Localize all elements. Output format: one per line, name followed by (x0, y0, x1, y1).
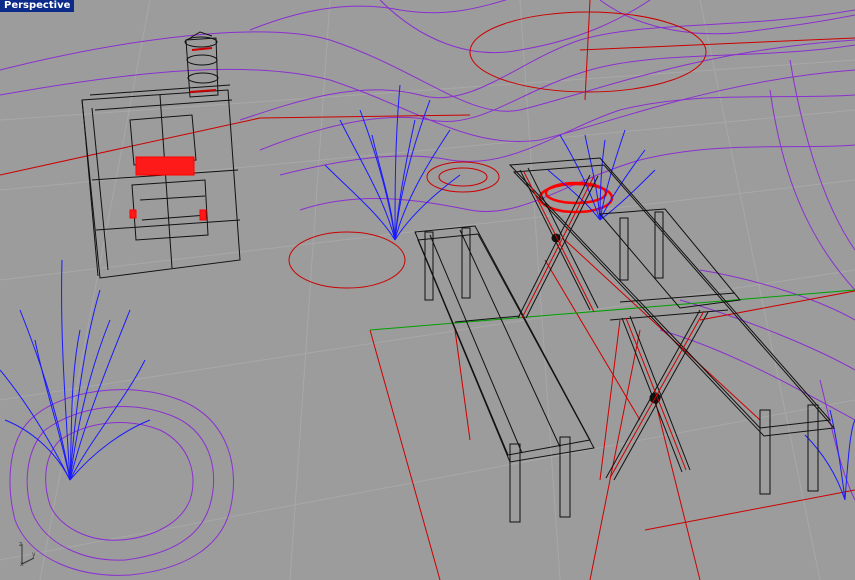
world-axes-icon: x y z (18, 540, 38, 572)
stove-wireframe[interactable] (81, 31, 241, 279)
ground-circles (288, 11, 707, 289)
terrain-contours (0, 0, 855, 576)
viewport-canvas[interactable] (0, 0, 855, 580)
grass-cluster-center[interactable] (324, 84, 461, 241)
svg-text:y: y (32, 551, 36, 558)
world-y-axis (369, 289, 855, 331)
grass-cluster-left[interactable] (0, 259, 151, 481)
grass-cluster-back[interactable] (547, 129, 656, 221)
perspective-viewport[interactable]: Perspective x y z (0, 0, 855, 580)
svg-text:x: x (20, 561, 24, 568)
construction-grid (0, 0, 855, 580)
viewport-title-tab[interactable]: Perspective (0, 0, 75, 12)
svg-text:z: z (19, 541, 22, 548)
